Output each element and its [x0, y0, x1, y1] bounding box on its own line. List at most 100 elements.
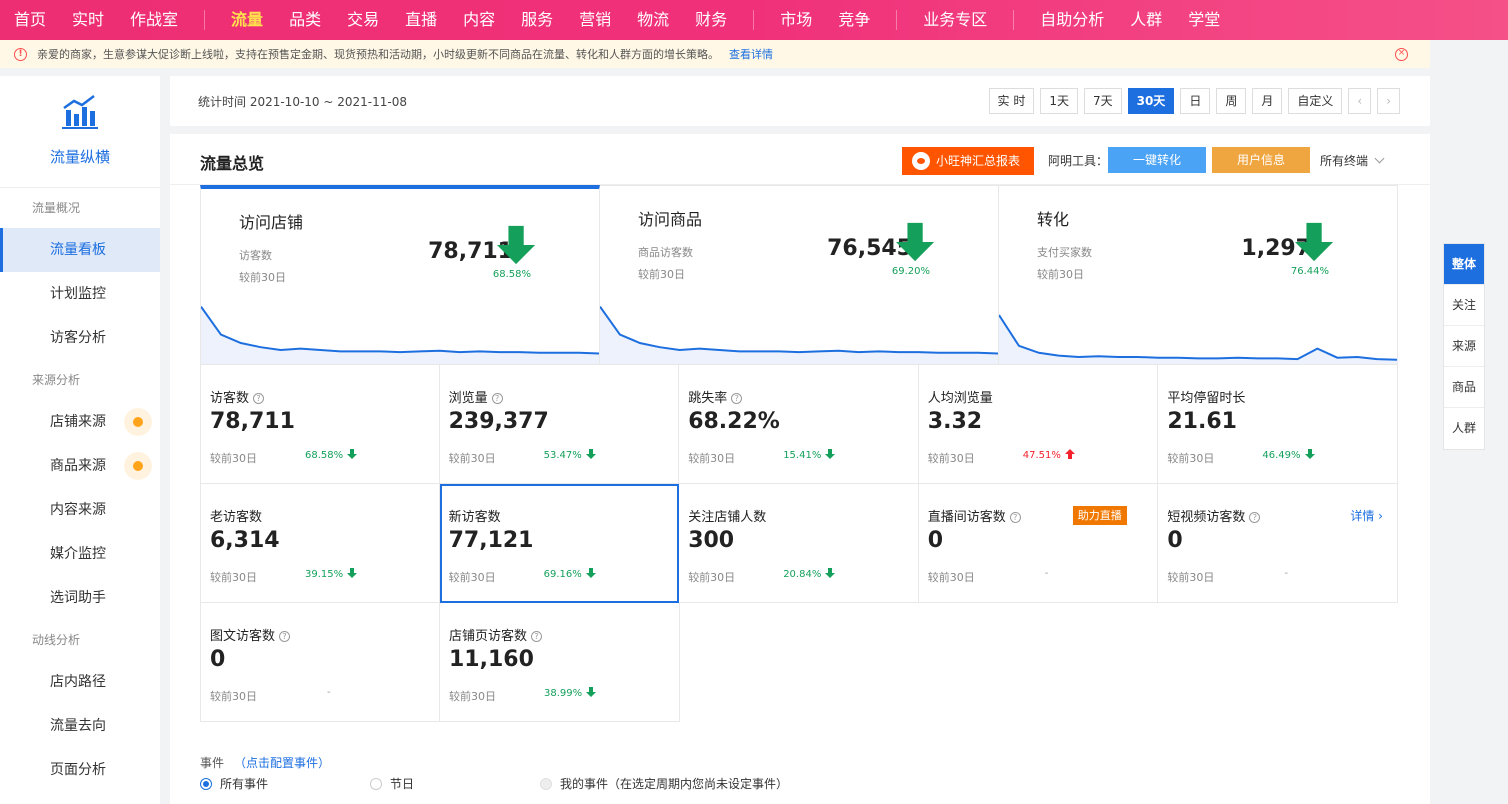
side-tab[interactable]: 整体 [1444, 244, 1484, 285]
metric-cell[interactable]: 新访客数 77,121 较前30日 69.16% [439, 484, 680, 603]
metric-cell[interactable]: 图文访客数? 0 较前30日 - [200, 603, 440, 722]
next-period-button[interactable]: › [1377, 88, 1400, 114]
overview-card[interactable]: 访问商品 商品访客数 76,545 较前30日 69.20% [600, 185, 999, 365]
close-icon[interactable]: × [1395, 48, 1408, 61]
sidebar-item[interactable]: 流量去向 [0, 704, 160, 748]
events-label: 事件 [200, 756, 225, 770]
metric-cell[interactable]: 跳失率? 68.22% 较前30日 15.41% [679, 365, 919, 484]
metric-change: 69.16% [544, 568, 596, 580]
metric-name: 跳失率? [688, 387, 743, 406]
metric-name: 老访客数 [210, 506, 262, 525]
side-tab[interactable]: 商品 [1444, 367, 1484, 408]
date-range-button[interactable]: 自定义 [1288, 88, 1343, 114]
sidebar-item-label: 内容来源 [50, 502, 106, 518]
sidebar-group-title: 来源分析 [32, 373, 81, 387]
tools-label: 阿明工具： [1048, 154, 1109, 168]
event-radio[interactable]: 节日 [370, 775, 414, 792]
sidebar-brand-title: 流量纵横 [49, 148, 110, 166]
terminal-select[interactable]: 所有终端 [1320, 152, 1385, 169]
metric-change-value: 46.49% [1262, 450, 1301, 461]
metric-name: 短视频访客数? [1167, 506, 1261, 525]
metric-name-text: 访客数 [210, 391, 250, 406]
sidebar-item[interactable]: 访客分析 [0, 316, 160, 360]
topnav-item[interactable]: 财务 [695, 0, 727, 40]
mascot-icon [912, 152, 930, 170]
topnav-item[interactable]: 直播 [405, 0, 437, 40]
date-range-button[interactable]: 日 [1180, 88, 1211, 114]
topnav-item[interactable]: 营销 [579, 0, 611, 40]
metric-compare-label: 较前30日 [927, 452, 975, 465]
configure-events-link[interactable]: （点击配置事件） [234, 756, 330, 770]
side-tab[interactable]: 关注 [1444, 285, 1484, 326]
metric-name: 直播间访客数? [928, 506, 1021, 525]
topnav-item[interactable]: 首页 [14, 0, 46, 40]
metric-cell[interactable]: 平均停留时长 21.61 较前30日 46.49% [1158, 365, 1398, 484]
notice-details-link[interactable]: 查看详情 [729, 46, 773, 62]
side-tabs: 整体 关注 来源 商品 人群 [1443, 243, 1485, 450]
metric-cell[interactable]: 老访客数 6,314 较前30日 39.15% [200, 484, 440, 603]
event-radios: 所有事件 节日 我的事件（在选定周期内您尚未设定事件） [200, 775, 1000, 795]
help-icon[interactable]: ? [279, 631, 291, 642]
sidebar-item[interactable]: 选词助手 [0, 576, 160, 620]
topnav-item[interactable]: 实时 [72, 0, 104, 40]
help-icon[interactable]: ? [1249, 512, 1261, 523]
metric-cell[interactable]: 关注店铺人数 300 较前30日 20.84% [679, 484, 919, 603]
metric-change: 47.51% [1023, 449, 1075, 461]
topnav-item[interactable]: 市场 [780, 0, 812, 40]
help-icon[interactable]: ? [531, 631, 543, 642]
help-icon[interactable]: ? [1009, 512, 1021, 523]
metric-cell[interactable]: 访客数? 78,711 较前30日 68.58% [200, 365, 440, 484]
topnav-item[interactable]: 作战室 [130, 0, 178, 40]
sidebar-item[interactable]: 流量看板 [0, 228, 160, 272]
topnav-item[interactable]: 品类 [289, 0, 321, 40]
overview-card-title: 访问店铺 [239, 213, 304, 232]
topnav-item[interactable]: 业务专区 [923, 0, 987, 40]
new-dot-icon [124, 408, 152, 436]
event-radio[interactable]: 所有事件 [200, 775, 268, 792]
topnav-item[interactable]: 人群 [1130, 0, 1162, 40]
overview-card[interactable]: 转化 支付买家数 1,297 较前30日 76.44% [999, 185, 1398, 365]
date-range-button[interactable]: 30天 [1127, 88, 1175, 114]
help-icon[interactable]: ? [731, 393, 743, 404]
help-icon[interactable]: ? [491, 393, 503, 404]
topnav-item[interactable]: 自助分析 [1040, 0, 1104, 40]
metric-cell[interactable]: 直播间访客数? 0 较前30日 - 助力直播 [918, 484, 1159, 603]
date-range-button[interactable]: 1天 [1040, 88, 1078, 114]
topnav-item[interactable]: 交易 [347, 0, 379, 40]
details-link[interactable]: 详情 › [1350, 507, 1383, 524]
metric-cell[interactable]: 店铺页访客数? 11,160 较前30日 38.99% [440, 603, 680, 722]
date-range-button[interactable]: 月 [1252, 88, 1283, 114]
metric-name-text: 店铺页访客数 [449, 629, 528, 644]
topnav-item[interactable]: 竞争 [838, 0, 870, 40]
sidebar-item[interactable]: 商品来源 [0, 444, 160, 488]
sidebar-item[interactable]: 内容来源 [0, 488, 160, 532]
prev-period-button[interactable]: ‹ [1348, 88, 1372, 114]
metric-row: 访客数? 78,711 较前30日 68.58% 浏览量? 239,377 较前30日 53.… [200, 365, 1398, 484]
summary-report-button[interactable]: 小旺神汇总报表 [902, 147, 1034, 175]
sidebar-item[interactable]: 店铺来源 [0, 400, 160, 444]
sidebar-item[interactable]: 店内路径 [0, 660, 160, 704]
topnav-item[interactable]: 流量 [231, 0, 263, 40]
topnav-item[interactable]: 服务 [521, 0, 553, 40]
topnav-item[interactable]: 物流 [637, 0, 669, 40]
topnav-item[interactable]: 学堂 [1188, 0, 1220, 40]
sidebar-item[interactable]: 媒介监控 [0, 532, 160, 576]
live-boost-badge[interactable]: 助力直播 [1072, 506, 1127, 525]
metric-cell[interactable]: 浏览量? 239,377 较前30日 53.47% [439, 365, 680, 484]
side-tab[interactable]: 人群 [1444, 408, 1484, 449]
one-click-convert-button[interactable]: 一键转化 [1108, 147, 1206, 173]
date-range-button[interactable]: 7天 [1083, 88, 1122, 114]
sidebar-item[interactable]: 计划监控 [0, 272, 160, 316]
overview-card-metric-label: 访客数 [239, 249, 272, 262]
help-icon[interactable]: ? [253, 393, 265, 404]
overview-card[interactable]: 访问店铺 访客数 78,711 较前30日 68.58% [200, 185, 600, 365]
topnav-item[interactable]: 内容 [463, 0, 495, 40]
sidebar-item[interactable]: 页面分析 [0, 748, 160, 792]
date-range-button[interactable]: 实 时 [988, 88, 1035, 114]
metric-cell[interactable]: 短视频访客数? 0 较前30日 - 详情 › [1158, 484, 1398, 603]
user-info-button[interactable]: 用户信息 [1212, 147, 1310, 173]
date-range-button[interactable]: 周 [1216, 88, 1247, 114]
event-radio-label: 所有事件 [220, 777, 269, 791]
side-tab[interactable]: 来源 [1444, 326, 1484, 367]
metric-cell[interactable]: 人均浏览量 3.32 较前30日 47.51% [918, 365, 1159, 484]
